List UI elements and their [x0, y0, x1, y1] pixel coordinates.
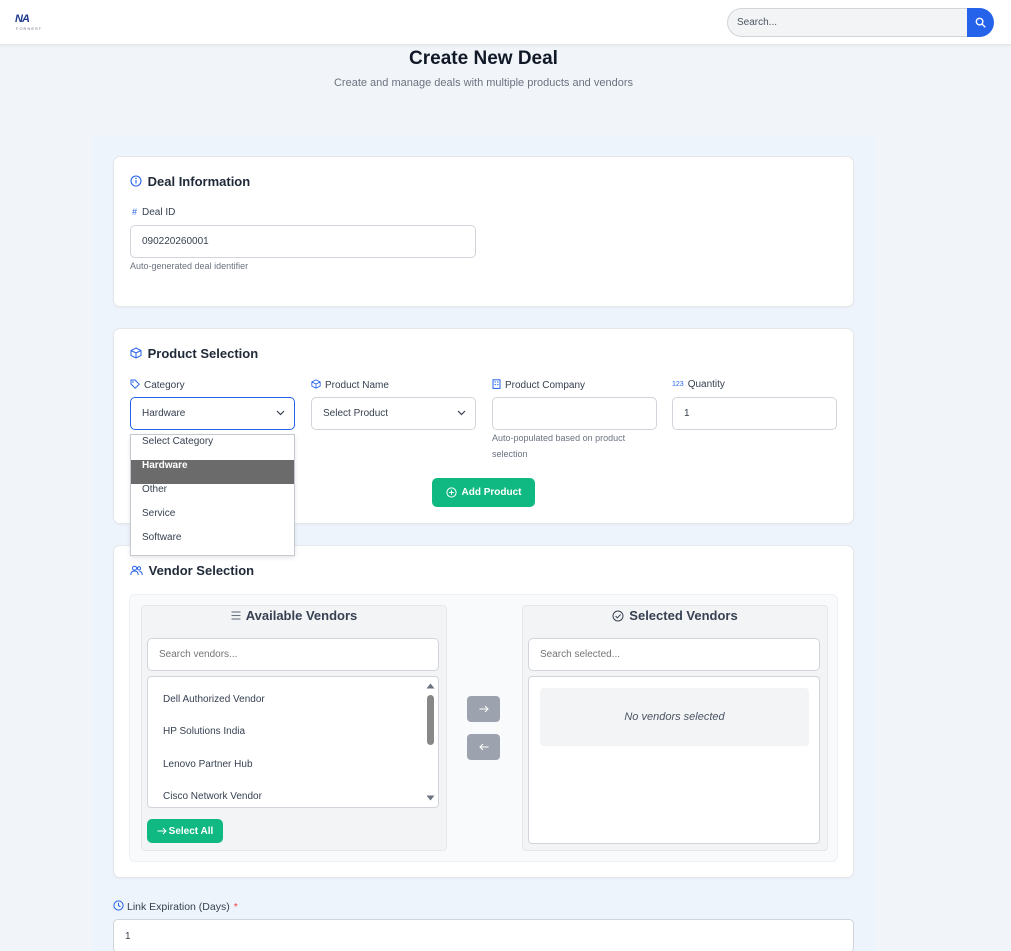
deal-information-section: Deal Information # Deal ID 090220260001 A… — [113, 156, 854, 307]
quantity-label: Quantity — [687, 379, 725, 390]
deal-id-field[interactable]: 090220260001 — [130, 225, 476, 258]
logo-subtext: FORNEST — [16, 26, 43, 31]
empty-state: No vendors selected — [540, 688, 809, 746]
scroll-up-icon[interactable] — [426, 683, 435, 689]
global-search — [727, 8, 994, 37]
building-icon — [492, 379, 501, 389]
selected-vendors-search[interactable] — [528, 638, 820, 671]
page-subtitle: Create and manage deals with multiple pr… — [333, 77, 633, 89]
box-icon — [311, 379, 321, 389]
deal-id-value: 090220260001 — [142, 236, 209, 247]
vendor-item[interactable]: HP Solutions India — [163, 726, 245, 737]
available-vendors-search[interactable] — [147, 638, 439, 671]
logo-mark: NA — [15, 13, 30, 25]
search-icon — [975, 17, 986, 28]
chevron-down-icon — [457, 410, 466, 416]
plus-circle-icon — [445, 487, 457, 498]
search-button[interactable] — [967, 8, 994, 37]
arrow-left-icon — [478, 743, 488, 751]
vendor-item[interactable]: Cisco Network Vendor — [163, 791, 262, 802]
product-selection-title: Product Selection — [147, 346, 259, 361]
category-select[interactable]: Hardware — [130, 397, 295, 430]
selected-vendors-list: No vendors selected — [528, 676, 820, 844]
category-option[interactable]: Select Category — [131, 436, 294, 460]
check-circle-icon — [612, 610, 624, 621]
number-icon: 123 — [672, 381, 684, 388]
global-search-input[interactable] — [727, 8, 972, 37]
product-company-label: Product Company — [505, 380, 586, 391]
move-right-button[interactable] — [467, 696, 500, 722]
cube-icon — [130, 347, 142, 359]
quantity-value: 1 — [684, 408, 690, 419]
vendor-item[interactable]: Lenovo Partner Hub — [163, 759, 253, 770]
add-product-label: Add Product — [461, 487, 522, 498]
product-name-value: Select Product — [323, 408, 389, 419]
add-product-button[interactable]: Add Product — [432, 478, 535, 507]
tag-icon — [130, 379, 140, 389]
select-all-label: Select All — [168, 825, 214, 837]
arrow-right-icon — [157, 827, 167, 835]
users-icon — [130, 565, 143, 576]
vendor-selection-title: Vendor Selection — [148, 563, 255, 578]
list-icon — [231, 611, 241, 620]
arrow-right-icon — [479, 705, 489, 713]
category-option[interactable]: Service — [131, 508, 294, 532]
deal-information-title: Deal Information — [147, 174, 251, 189]
link-expiration-value: 1 — [125, 930, 131, 942]
link-expiration-label: Link Expiration (Days) — [127, 901, 230, 913]
page-title: Create New Deal — [409, 48, 558, 69]
deal-id-label: Deal ID — [142, 207, 176, 218]
select-all-button[interactable]: Select All — [147, 819, 223, 843]
chevron-down-icon — [276, 410, 285, 416]
product-company-field[interactable] — [492, 397, 657, 430]
product-name-select[interactable]: Select Product — [311, 397, 476, 430]
brand-logo[interactable]: NA FORNEST — [15, 13, 43, 33]
category-value: Hardware — [142, 408, 186, 419]
vendor-selection-section: Vendor Selection Available Vendors Dell … — [113, 545, 854, 878]
category-option[interactable]: Software — [131, 532, 294, 556]
category-option-selected[interactable]: Hardware — [131, 460, 294, 484]
category-dropdown: Select Category Hardware Other Service S… — [130, 434, 295, 556]
hash-icon: # — [132, 207, 138, 217]
vendor-item[interactable]: Dell Authorized Vendor — [163, 694, 265, 705]
move-left-button[interactable] — [467, 734, 500, 760]
quantity-input[interactable]: 1 — [672, 397, 837, 430]
required-marker: * — [233, 901, 238, 913]
available-vendors-title: Available Vendors — [245, 608, 358, 623]
product-name-label: Product Name — [325, 380, 389, 391]
top-bar: NA FORNEST — [0, 0, 1011, 45]
category-label: Category — [144, 380, 185, 391]
info-icon — [130, 175, 142, 187]
deal-id-hint: Auto-generated deal identifier — [130, 261, 249, 271]
available-vendors-panel: Available Vendors Dell Authorized Vendor… — [141, 605, 447, 851]
product-company-hint: Auto-populated based on product selectio… — [492, 433, 626, 459]
clock-icon — [113, 900, 124, 911]
vendor-list-scrollbar[interactable] — [424, 677, 437, 807]
selected-vendors-title: Selected Vendors — [629, 608, 738, 623]
selected-vendors-panel: Selected Vendors No vendors selected — [522, 605, 828, 851]
link-expiration-label-row: Link Expiration (Days) * — [113, 900, 238, 913]
category-option[interactable]: Other — [131, 484, 294, 508]
scroll-down-icon[interactable] — [426, 795, 435, 801]
scroll-thumb[interactable] — [427, 695, 434, 745]
link-expiration-input[interactable]: 1 — [113, 919, 854, 951]
available-vendors-list: Dell Authorized Vendor HP Solutions Indi… — [147, 676, 439, 808]
